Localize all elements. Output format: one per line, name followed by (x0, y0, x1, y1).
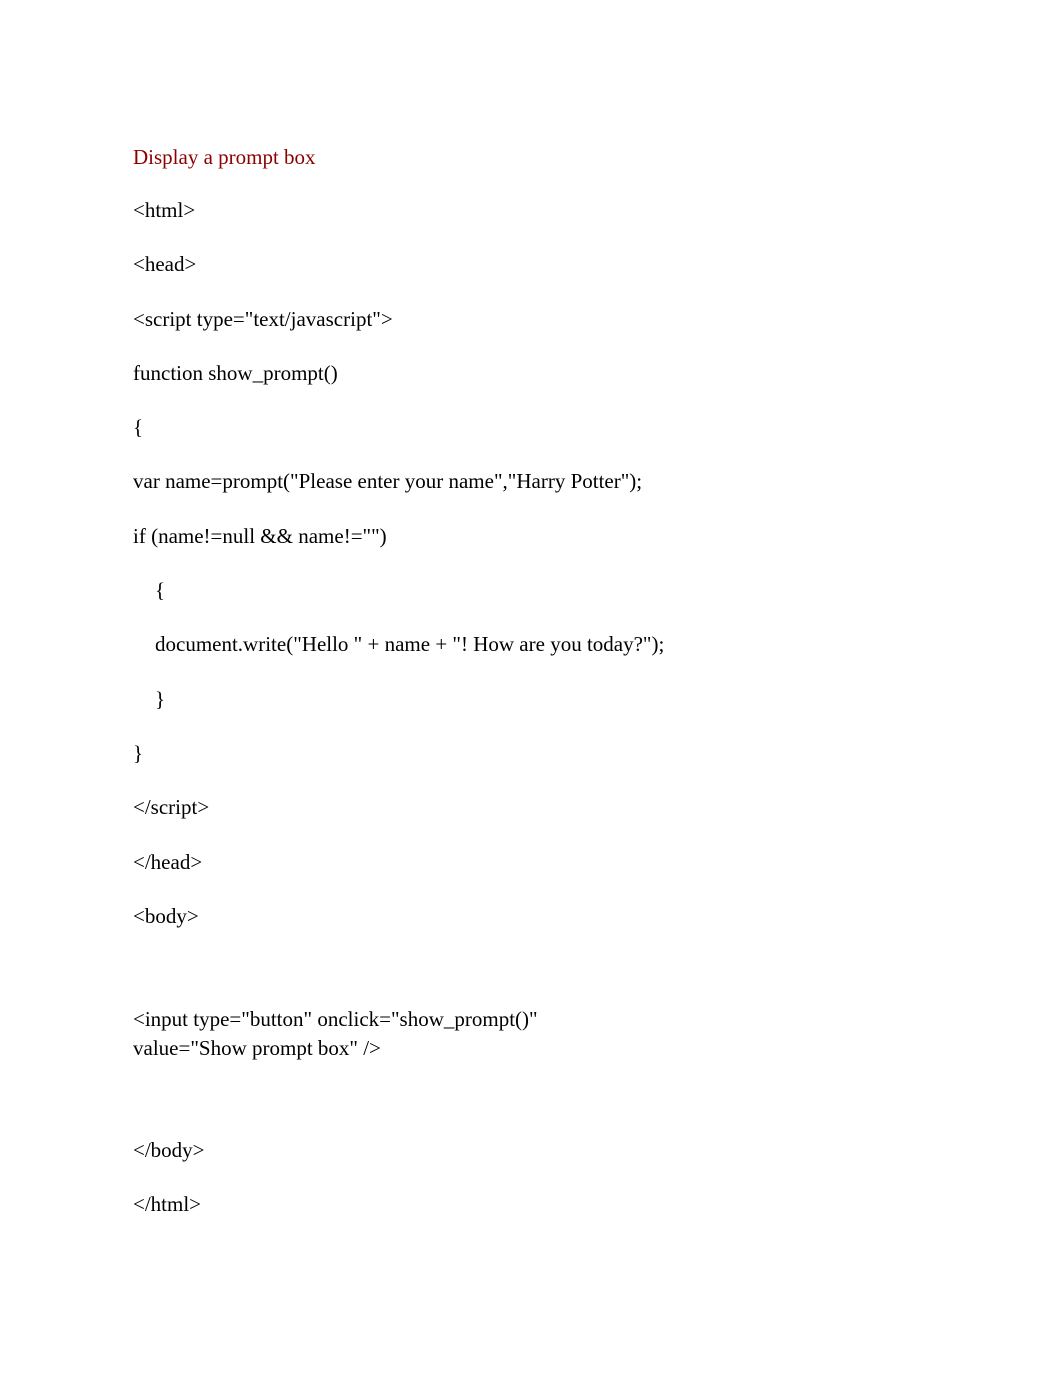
code-line: function show_prompt() (133, 360, 929, 387)
code-text: <input type="button" onclick="show_promp… (133, 1007, 538, 1031)
page-title: Display a prompt box (133, 145, 929, 170)
code-line: </script> (133, 794, 929, 821)
code-text: value="Show prompt box" /> (133, 1036, 381, 1060)
code-line: <head> (133, 251, 929, 278)
code-line: </html> (133, 1191, 929, 1218)
code-line: <body> (133, 903, 929, 930)
code-line: <script type="text/javascript"> (133, 306, 929, 333)
code-line: { (133, 577, 929, 604)
code-line: </body> (133, 1137, 929, 1164)
code-line: <html> (133, 197, 929, 224)
code-line: <input type="button" onclick="show_promp… (133, 1005, 929, 1062)
code-line: </head> (133, 849, 929, 876)
code-line: } (133, 686, 929, 713)
code-line: } (133, 740, 929, 767)
code-line: { (133, 414, 929, 441)
code-line: document.write("Hello " + name + "! How … (133, 631, 929, 658)
code-line: if (name!=null && name!="") (133, 523, 929, 550)
code-line: var name=prompt("Please enter your name"… (133, 468, 929, 495)
